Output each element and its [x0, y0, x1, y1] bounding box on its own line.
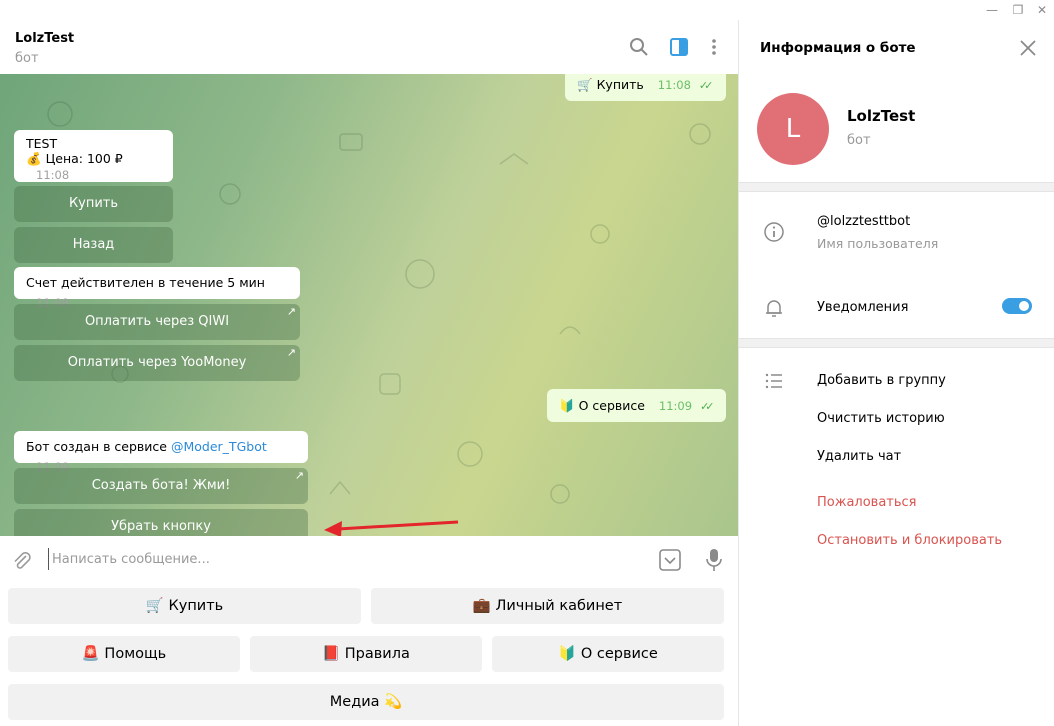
- keyboard-button-help[interactable]: 🚨 Помощь: [8, 636, 240, 672]
- message-input[interactable]: [48, 548, 638, 570]
- toggle-knob: [1017, 299, 1031, 313]
- username-label: Имя пользователя: [817, 236, 939, 251]
- message-text: Купить: [596, 77, 644, 92]
- message-line: TEST: [26, 136, 58, 151]
- message-composer: [0, 536, 738, 584]
- list-icon: [765, 373, 782, 389]
- bell-icon: [766, 300, 782, 317]
- external-link-icon: ↗: [286, 346, 296, 359]
- more-vertical-icon[interactable]: [703, 36, 725, 58]
- inline-button-pay-qiwi[interactable]: Оплатить через QIWI ↗: [14, 304, 300, 340]
- chat-header[interactable]: LolzTest бот: [0, 20, 738, 74]
- sidebar-toggle-icon[interactable]: [668, 36, 690, 58]
- message-text: Счет действителен в течение 5 мин: [26, 275, 265, 290]
- inline-button-buy[interactable]: Купить: [14, 186, 173, 222]
- section-separator: [739, 182, 1054, 192]
- message-time: 11:09: [658, 399, 693, 413]
- beginner-emoji: 🔰: [559, 398, 575, 413]
- message-list[interactable]: 🛒 Купить 11:08 ✓✓ TEST 💰 Цена: 100 ₽ 11:…: [0, 74, 738, 536]
- inline-button-remove[interactable]: Убрать кнопку: [14, 509, 308, 536]
- keyboard-button-rules[interactable]: 📕 Правила: [250, 636, 482, 672]
- reply-keyboard: 🛒 Купить 💼 Личный кабинет 🚨 Помощь 📕 Пра…: [0, 584, 738, 726]
- chat-subtitle: бот: [15, 51, 39, 66]
- inline-button-pay-yoomoney[interactable]: Оплатить через YooMoney ↗: [14, 345, 300, 381]
- keyboard-button-media[interactable]: Медиа 💫: [8, 684, 724, 720]
- chat-title: LolzTest: [15, 31, 75, 46]
- microphone-icon[interactable]: [704, 548, 724, 572]
- incoming-message[interactable]: Счет действителен в течение 5 мин 11:08: [14, 267, 300, 310]
- inline-button-back[interactable]: Назад: [14, 227, 173, 263]
- message-time: 11:08: [657, 78, 691, 92]
- window-close-button[interactable]: ✕: [1031, 1, 1053, 19]
- message-text: О сервисе: [578, 398, 645, 413]
- chat-pane: LolzTest бот 🛒 Купить 11:08 ✓✓ TEST 💰 Це…: [0, 20, 738, 726]
- bot-info-panel: Информация о боте L LolzTest бот @lolzzt…: [739, 20, 1054, 726]
- report-item[interactable]: Пожаловаться: [817, 495, 917, 510]
- stop-block-item[interactable]: Остановить и блокировать: [817, 533, 1002, 548]
- bot-name: LolzTest: [847, 107, 916, 125]
- cart-emoji: 🛒: [577, 77, 593, 92]
- incoming-message[interactable]: Бот создан в сервисе @Moder_TGbot 11:09: [14, 431, 308, 474]
- bot-mention-link[interactable]: @Moder_TGbot: [171, 439, 267, 454]
- red-arrow-annotation: [324, 520, 459, 536]
- button-label: Оплатить через QIWI: [84, 314, 230, 329]
- external-link-icon: ↗: [286, 305, 296, 318]
- money-bag-emoji: 💰: [26, 151, 42, 166]
- close-icon[interactable]: [1019, 39, 1037, 57]
- paperclip-icon[interactable]: [11, 550, 33, 572]
- add-to-group-item[interactable]: Добавить в группу: [817, 373, 946, 388]
- keyboard-toggle-icon[interactable]: [659, 549, 681, 571]
- keyboard-button-about[interactable]: 🔰 О сервисе: [492, 636, 724, 672]
- inline-button-create-bot[interactable]: Создать бота! Жми! ↗: [14, 468, 308, 504]
- button-label: Создать бота! Жми!: [91, 478, 231, 493]
- minimize-button[interactable]: —: [981, 1, 1003, 19]
- avatar[interactable]: L: [757, 93, 829, 165]
- message-time: 11:08: [36, 168, 70, 182]
- keyboard-button-cabinet[interactable]: 💼 Личный кабинет: [371, 588, 724, 624]
- button-label: Оплатить через YooMoney: [67, 355, 247, 370]
- read-checkmarks-icon: ✓✓: [700, 400, 715, 413]
- delete-chat-item[interactable]: Удалить чат: [817, 449, 901, 464]
- restore-button[interactable]: ❐: [1007, 1, 1029, 19]
- outgoing-message[interactable]: 🛒 Купить 11:08 ✓✓: [565, 74, 726, 101]
- info-icon: [764, 222, 784, 242]
- search-icon[interactable]: [628, 36, 650, 58]
- window-titlebar: — ❐ ✕: [0, 0, 1054, 20]
- username-value[interactable]: @lolzztesttbot: [817, 214, 910, 229]
- keyboard-button-buy[interactable]: 🛒 Купить: [8, 588, 361, 624]
- section-separator: [739, 338, 1054, 348]
- price-text: Цена: 100 ₽: [45, 151, 123, 166]
- read-checkmarks-icon: ✓✓: [698, 79, 714, 92]
- incoming-message[interactable]: TEST 💰 Цена: 100 ₽ 11:08: [14, 130, 173, 182]
- external-link-icon: ↗: [294, 469, 304, 482]
- clear-history-item[interactable]: Очистить историю: [817, 411, 945, 426]
- notifications-toggle[interactable]: [1002, 298, 1032, 314]
- info-title: Информация о боте: [760, 40, 916, 56]
- message-text: Бот создан в сервисе: [26, 439, 167, 454]
- outgoing-message[interactable]: 🔰 О сервисе 11:09 ✓✓: [547, 389, 726, 422]
- notifications-label: Уведомления: [817, 300, 909, 315]
- bot-subtitle: бот: [847, 133, 871, 148]
